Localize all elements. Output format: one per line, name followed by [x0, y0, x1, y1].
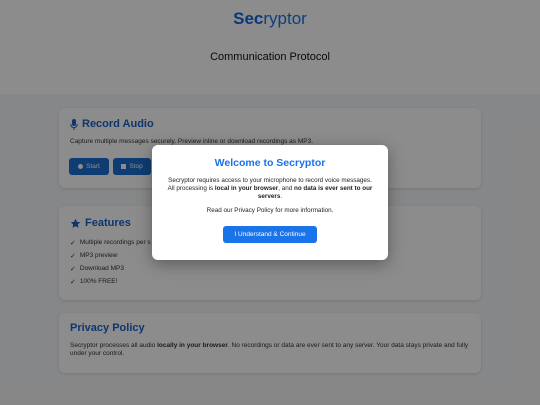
modal-note: Read our Privacy Policy for more informa… — [206, 207, 334, 214]
understand-continue-button[interactable]: I Understand & Continue — [223, 226, 317, 243]
modal-body-part: . — [280, 193, 283, 200]
modal-body-bold: local in your browser — [214, 185, 279, 192]
modal-body-part: , and — [278, 185, 294, 192]
welcome-modal: Welcome to Secryptor Secryptor requires … — [152, 145, 388, 260]
modal-title: Welcome to Secryptor — [214, 157, 326, 169]
modal-body: Secryptor requires access to your microp… — [164, 177, 376, 201]
